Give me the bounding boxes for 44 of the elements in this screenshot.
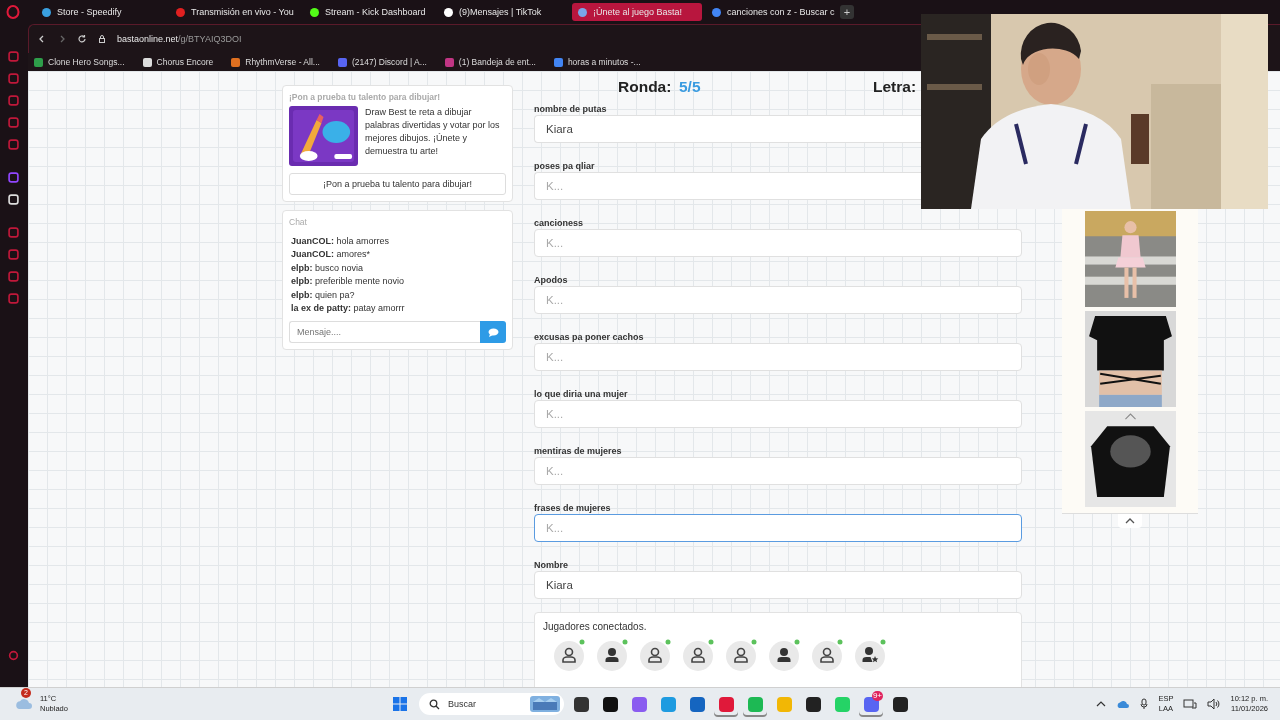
field-label: cancioness: [534, 217, 585, 229]
field-label: mentiras de mujeres: [534, 445, 623, 457]
field-label: nombre de putas: [534, 103, 608, 115]
promo-text: Draw Best te reta a dibujar palabras divertidas y votar por los mejores dibujos. ¡Únete y demuestra tu arte!: [365, 106, 501, 158]
message-input-field[interactable]: Mensaje....: [289, 321, 480, 344]
field-label: frases de mujeres: [534, 502, 612, 514]
field-label: poses pa qliar: [534, 160, 596, 172]
bookmark[interactable]: Chorus Encore: [142, 57, 214, 67]
bookmark[interactable]: RhythmVerse - All...: [231, 57, 320, 67]
browser-tab[interactable]: Transmisión en vivo - You: [170, 3, 300, 21]
taskbar-search-field[interactable]: Buscar: [419, 693, 564, 715]
chat-message: elpb: quien pa?: [290, 288, 356, 302]
chat-message: elpb: preferible mente novio: [290, 275, 406, 289]
field-label: lo que diria una mujer: [534, 388, 629, 400]
bookmark[interactable]: horas a minutos -...: [553, 57, 641, 67]
round-counter: 5/5: [679, 78, 701, 96]
bookmark[interactable]: (2147) Discord | A...: [337, 57, 427, 67]
new-tab-button[interactable]: +: [840, 5, 854, 19]
promo-button[interactable]: ¡Pon a prueba tu talento para dibujar!: [289, 173, 506, 195]
browser-tab[interactable]: canciones con z - Buscar c: [706, 3, 836, 21]
browser-tab[interactable]: ¡Únete al juego Basta!: [572, 3, 702, 21]
letter-label: Letra:: [873, 78, 917, 96]
field-label: Apodos: [534, 274, 569, 286]
browser-tab[interactable]: Store - Speedify: [36, 3, 166, 21]
chat-message: JuanCOL: hola amorres: [290, 235, 391, 248]
bookmark[interactable]: (1) Bandeja de ent...: [444, 57, 536, 67]
round-label: Ronda:: [618, 78, 672, 96]
promo-heading: ¡Pon a prueba tu talento para dibujar!: [289, 92, 442, 102]
browser-tab[interactable]: Stream - Kick Dashboard: [304, 3, 434, 21]
field-label: excusas pa poner cachos: [534, 331, 645, 343]
address-field[interactable]: bastaonline.net/g/BTYAIQ3DOI: [117, 34, 242, 44]
chat-message: elpb: busco novia: [290, 261, 365, 275]
answer-field[interactable]: K...: [534, 514, 1022, 542]
chat-message: JuanCOL: amores*: [290, 248, 372, 262]
chat-message: la ex de patty: patay amorrr: [290, 302, 406, 316]
browser-tab[interactable]: (9)Mensajes | TikTok: [438, 3, 568, 21]
bookmark[interactable]: Clone Hero Songs...: [34, 57, 125, 67]
answer-field[interactable]: Kiara: [534, 571, 1022, 599]
notification-badge: 9+: [871, 691, 883, 701]
taskbar-app[interactable]: 9+: [859, 691, 883, 717]
answer-field[interactable]: Kiara: [534, 115, 921, 143]
players-title: Jugadores conectados.: [543, 621, 648, 632]
chat-title: Chat: [289, 217, 308, 227]
field-label: Nombre: [534, 559, 569, 571]
